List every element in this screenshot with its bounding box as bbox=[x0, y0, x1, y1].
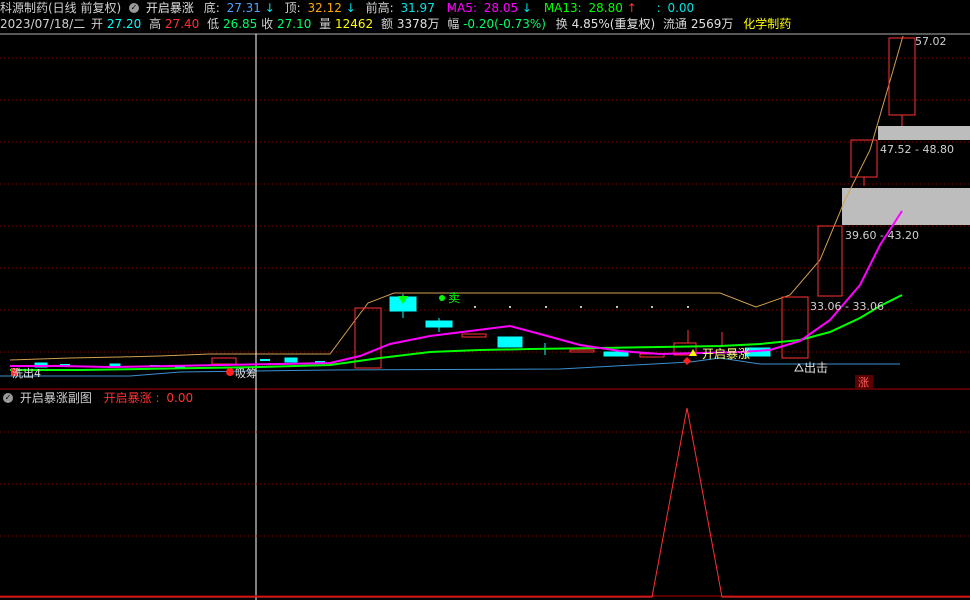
sub-indicator-toggle-icon[interactable]: ✓ bbox=[3, 393, 13, 403]
resistance-zone-1 bbox=[878, 126, 970, 140]
zone-label-1: 47.52 - 48.80 bbox=[880, 143, 954, 156]
zone-label-2: 39.60 - 43.20 bbox=[845, 229, 919, 242]
candles-up bbox=[211, 37, 916, 369]
sell-dots bbox=[474, 306, 689, 308]
diamond-marker-icon bbox=[683, 357, 691, 365]
sell-label: 卖 bbox=[448, 291, 460, 305]
chart-canvas[interactable]: 卖 57.02 47.52 - 48.80 39.60 - 43.20 33.0… bbox=[0, 0, 970, 600]
left-label-2: 吸筹 bbox=[235, 366, 257, 380]
sub-grid bbox=[0, 431, 970, 537]
sub-series-colon: : bbox=[155, 391, 160, 405]
sell-signal-icon bbox=[439, 295, 445, 301]
upper-channel-line bbox=[9, 35, 904, 361]
sub-series-name: 开启暴涨 bbox=[103, 391, 152, 405]
zone-label-3: 33.06 - 33.06 bbox=[810, 300, 884, 313]
left-label-1: 洗出4 bbox=[12, 366, 41, 380]
sub-series-value: 0.00 bbox=[166, 391, 194, 405]
sub-chart-header: ✓ 开启暴涨副图 开启暴涨 : 0.00 bbox=[0, 390, 970, 406]
signal-label: 开启暴涨 bbox=[702, 346, 750, 361]
breakout-label: 出击 bbox=[804, 361, 828, 375]
triangle-up-icon bbox=[794, 362, 804, 372]
price-peak-label: 57.02 bbox=[915, 35, 947, 48]
red-dot-icon bbox=[226, 368, 234, 376]
sub-indicator-line bbox=[0, 407, 970, 598]
resistance-zone-2 bbox=[842, 188, 970, 225]
limit-up-label: 涨 bbox=[858, 376, 869, 389]
sub-chart-title[interactable]: 开启暴涨副图 bbox=[20, 390, 92, 406]
